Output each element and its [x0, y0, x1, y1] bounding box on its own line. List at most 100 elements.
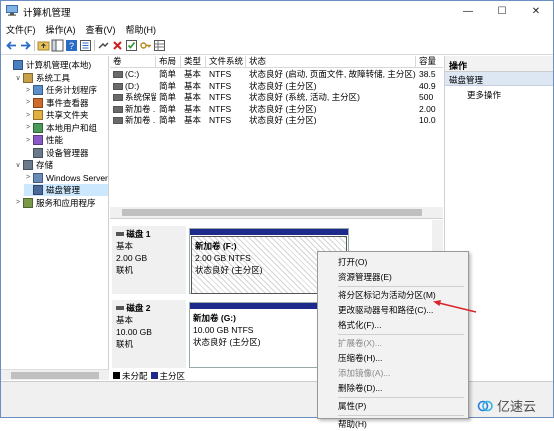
expand-icon[interactable]: >: [24, 124, 32, 131]
tree-item[interactable]: ∨ 系统工具: [14, 72, 108, 84]
grid-view-icon[interactable]: [153, 39, 166, 52]
tree-item[interactable]: > 性能: [24, 134, 108, 146]
tree-item[interactable]: > 本地用户和组: [24, 122, 108, 134]
column-header[interactable]: 卷: [110, 56, 156, 68]
volume-name: (D:): [125, 80, 140, 91]
column-header[interactable]: 布局: [156, 56, 181, 68]
maximize-button[interactable]: ☐: [485, 1, 519, 21]
performance-icon: [33, 135, 43, 145]
column-header[interactable]: 文件系统: [206, 56, 246, 68]
tree-item-label: 本地用户和组: [46, 122, 98, 133]
volume-name-cell[interactable]: 新加卷 ...: [110, 104, 156, 115]
expand-icon[interactable]: >: [24, 112, 32, 119]
disk-icon: [33, 185, 43, 195]
menu-action[interactable]: 操作(A): [41, 21, 81, 37]
unallocated-swatch: [113, 372, 120, 379]
actions-header: 操作: [445, 56, 553, 72]
services-icon: [23, 197, 33, 208]
device-icon: [33, 147, 43, 158]
tree-item[interactable]: 计算机管理(本地): [4, 59, 108, 71]
column-header[interactable]: 状态: [246, 56, 416, 68]
cloud-logo-icon: [477, 400, 493, 411]
disk-icon: [116, 232, 124, 236]
tree-item[interactable]: 磁盘管理: [24, 184, 108, 196]
properties-icon[interactable]: [79, 39, 92, 52]
tree-item[interactable]: ∨ 存储: [14, 159, 108, 171]
column-header[interactable]: 容量: [416, 56, 443, 68]
menu-separator: [338, 286, 464, 287]
event-icon: [33, 97, 43, 108]
context-menu-item[interactable]: 格式化(F)...: [318, 318, 468, 332]
check-icon[interactable]: [125, 39, 138, 52]
tree-item[interactable]: > 任务计划程序: [24, 84, 108, 96]
context-menu-item[interactable]: 删除卷(D)...: [318, 381, 468, 395]
expand-icon[interactable]: >: [24, 137, 32, 144]
context-menu-item[interactable]: 帮助(H): [318, 417, 468, 431]
connect-icon[interactable]: [97, 39, 110, 52]
watermark: 亿速云: [477, 396, 536, 415]
close-button[interactable]: ✕: [519, 1, 553, 21]
volume-list-horizontal-scrollbar[interactable]: [110, 207, 443, 218]
forward-icon[interactable]: [19, 39, 32, 52]
table-cell: NTFS: [209, 115, 232, 125]
expand-icon[interactable]: >: [24, 174, 32, 181]
clock-icon: [33, 85, 43, 95]
context-menu-item[interactable]: 资源管理器(E): [318, 270, 468, 284]
disk-1-label[interactable]: 磁盘 1 基本 2.00 GB 联机: [112, 226, 186, 294]
volume-icon: [113, 105, 123, 113]
tree-item[interactable]: > 服务和应用程序: [14, 197, 108, 209]
table-cell: 简单: [159, 80, 177, 91]
volume-name-cell[interactable]: 系统保留: [110, 92, 156, 103]
table-cell: 基本: [184, 115, 202, 125]
tree-item[interactable]: > 共享文件夹: [24, 109, 108, 121]
context-menu-item[interactable]: 属性(P): [318, 399, 468, 413]
tree-item-label: 存储: [36, 160, 54, 170]
delete-icon[interactable]: [111, 39, 124, 52]
tree-item-label: 事件查看器: [46, 97, 89, 108]
up-folder-icon[interactable]: [37, 39, 50, 52]
console-tree-icon[interactable]: [51, 39, 64, 52]
menu-view[interactable]: 查看(V): [81, 21, 121, 37]
table-cell: 基本: [184, 103, 202, 114]
volume-name-cell[interactable]: (C:): [110, 69, 156, 80]
volume-icon: [113, 94, 123, 102]
toolbar: ?: [1, 37, 553, 55]
collapse-icon[interactable]: ∨: [14, 161, 22, 169]
volume-name-cell[interactable]: (D:): [110, 81, 156, 92]
context-menu-item: 扩展卷(X)...: [338, 338, 382, 348]
context-menu: 打开(O) 资源管理器(E) 将分区标记为活动分区(M) 更改驱动器号和路径(C)..…: [317, 251, 469, 429]
tree-item[interactable]: > Windows Server: [24, 172, 108, 184]
status-bar: [1, 381, 553, 417]
table-cell: 简单: [159, 69, 177, 79]
volume-name-cell[interactable]: 新加卷 ...: [110, 115, 156, 126]
tree-item[interactable]: 设备管理器: [24, 147, 108, 159]
menu-bar: 文件(F) 操作(A) 查看(V) 帮助(H): [1, 21, 553, 37]
context-menu-item[interactable]: 压缩卷(H)...: [318, 351, 468, 365]
legend-unallocated: 未分配: [122, 370, 148, 381]
disk-2-label[interactable]: 磁盘 2 基本 10.00 GB 联机: [112, 300, 186, 368]
table-cell: 10.0: [419, 115, 436, 125]
expand-icon[interactable]: >: [14, 199, 22, 206]
context-menu-item[interactable]: 打开(O): [318, 255, 468, 269]
actions-disk-management[interactable]: 磁盘管理: [445, 72, 553, 86]
expand-icon[interactable]: >: [24, 87, 32, 94]
expand-icon[interactable]: >: [24, 99, 32, 106]
menu-file[interactable]: 文件(F): [1, 21, 41, 37]
back-icon[interactable]: [5, 39, 18, 52]
menu-separator: [338, 415, 464, 416]
table-cell: 基本: [184, 92, 202, 102]
minimize-button[interactable]: —: [451, 1, 485, 21]
title-bar: 计算机管理 — ☐ ✕: [1, 1, 553, 21]
more-actions-link[interactable]: 更多操作: [445, 86, 553, 101]
table-cell: 状态良好 (主分区): [249, 103, 317, 114]
column-header[interactable]: 类型: [181, 56, 206, 68]
menu-help[interactable]: 帮助(H): [121, 21, 162, 37]
collapse-icon[interactable]: ∨: [14, 74, 22, 82]
tree-item[interactable]: > 事件查看器: [24, 97, 108, 109]
key-icon[interactable]: [139, 39, 152, 52]
table-cell: 40.9: [419, 80, 436, 91]
help-icon[interactable]: ?: [65, 39, 78, 52]
tree-horizontal-scrollbar[interactable]: [1, 369, 109, 380]
tree-item-label: 计算机管理(本地): [26, 60, 92, 70]
volume-name: 新加卷 ...: [125, 103, 156, 114]
